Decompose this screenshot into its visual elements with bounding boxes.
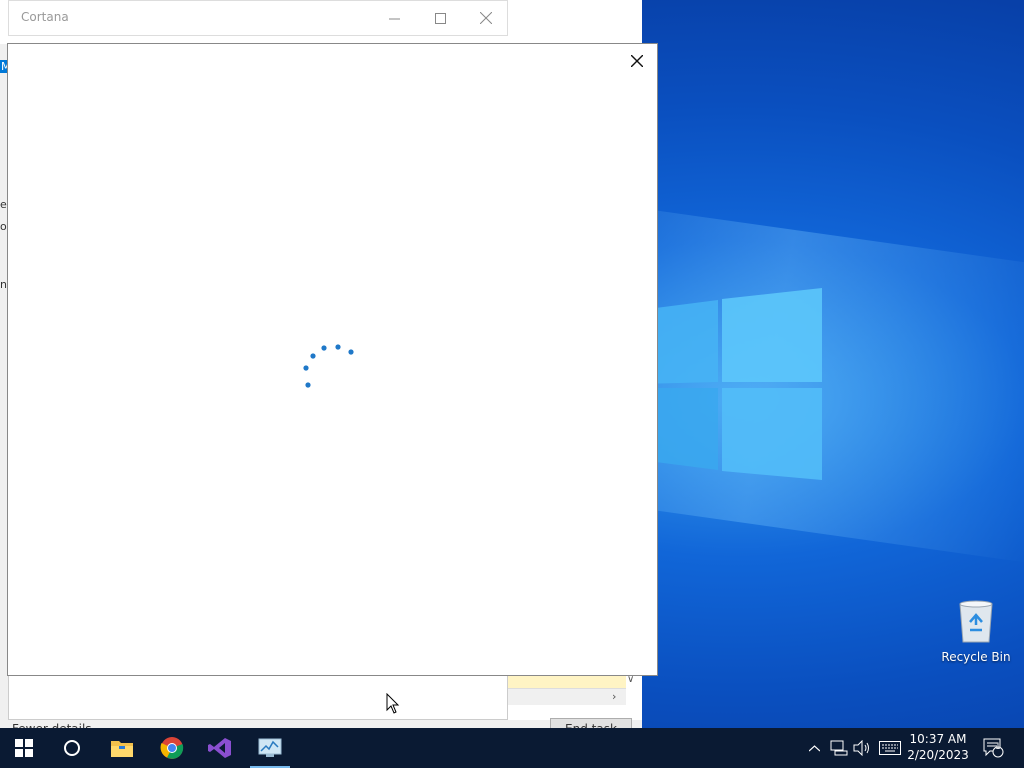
network-icon[interactable] — [829, 738, 849, 758]
visual-studio-icon[interactable] — [196, 728, 244, 768]
text-fragment: n — [0, 278, 7, 291]
minimize-icon[interactable] — [383, 7, 405, 29]
clock-date: 2/20/2023 — [907, 748, 969, 762]
task-manager-icon[interactable] — [246, 728, 294, 768]
process-row-highlight — [508, 676, 626, 688]
scroll-right-icon[interactable]: › — [612, 690, 616, 703]
recycle-bin-icon — [959, 600, 993, 643]
action-center-icon[interactable]: 1 — [982, 738, 1006, 758]
close-icon[interactable] — [475, 7, 497, 29]
taskbar: 10:37 AM 2/20/2023 1 — [0, 728, 1024, 768]
chrome-icon[interactable] — [148, 728, 196, 768]
loading-spinner-icon — [303, 344, 354, 388]
recycle-bin-label: Recycle Bin — [941, 650, 1011, 664]
windows-start-icon[interactable] — [0, 728, 48, 768]
horizontal-scrollbar[interactable] — [508, 688, 626, 705]
folder-icon[interactable] — [98, 728, 146, 768]
window-title: Cortana — [21, 10, 69, 24]
close-icon[interactable] — [626, 50, 648, 72]
notification-count: 1 — [995, 742, 1001, 752]
search-circle-icon[interactable] — [48, 728, 96, 768]
windows-logo-wallpaper — [640, 288, 822, 480]
cortana-window-bottom — [8, 676, 508, 720]
keyboard-icon[interactable] — [878, 738, 902, 758]
cortana-titlebar: Cortana — [8, 0, 508, 36]
clock-time: 10:37 AM — [909, 732, 967, 746]
recycle-bin[interactable]: Recycle Bin — [940, 600, 1012, 664]
text-fragment: e — [0, 198, 7, 211]
mouse-cursor-icon — [386, 693, 400, 714]
maximize-icon[interactable] — [429, 7, 451, 29]
text-fragment: o — [0, 220, 7, 233]
cortana-panel — [7, 43, 658, 676]
chevron-up-icon[interactable] — [806, 738, 822, 758]
volume-icon[interactable] — [852, 738, 872, 758]
system-clock[interactable]: 10:37 AM 2/20/2023 — [900, 731, 976, 763]
